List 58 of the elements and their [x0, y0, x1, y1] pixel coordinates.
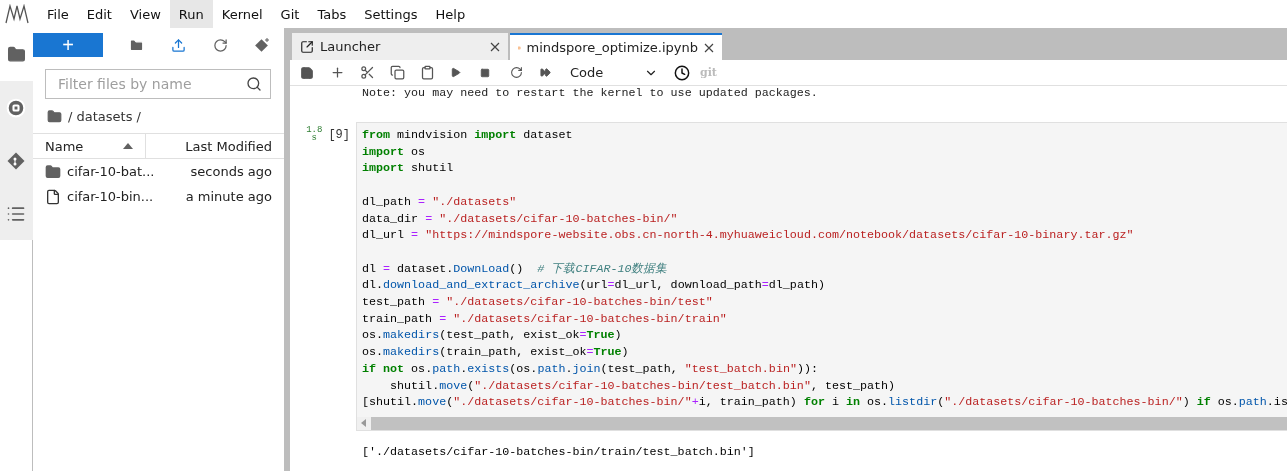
- side-tab[interactable]: [0, 81, 33, 134]
- cell-prompt: [9]: [328, 127, 350, 144]
- launcher-icon: [300, 39, 314, 54]
- side-tab[interactable]: [0, 187, 33, 240]
- menu-item[interactable]: Git: [271, 0, 309, 28]
- logo-icon: [4, 4, 30, 24]
- clock-icon[interactable]: [674, 64, 690, 81]
- filter-field[interactable]: Filter files by name: [45, 69, 271, 99]
- folder-icon: [6, 45, 26, 64]
- breadcrumb-path[interactable]: / datasets /: [68, 108, 141, 124]
- menu-item[interactable]: Tabs: [308, 0, 356, 28]
- menu-item[interactable]: Settings: [355, 0, 427, 28]
- code-line: train_path = "./datasets/cifar-10-batches-bin/train": [362, 310, 728, 328]
- cell-type-dropdown[interactable]: Code: [570, 65, 664, 80]
- document-tab[interactable]: Launcher: [292, 33, 508, 60]
- file-icon: [45, 188, 61, 205]
- code-line: if not os.path.exists(os.path.join(test_path, "test_batch.bin")):: [362, 360, 819, 378]
- code-line: test_path = "./datasets/cifar-10-batches-bin/test": [362, 294, 714, 311]
- stop-icon: [6, 97, 26, 118]
- folder-icon: [45, 163, 61, 180]
- execution-time: 1.8 s: [306, 126, 323, 145]
- file-row[interactable]: cifar-10-bat... seconds ago: [33, 159, 284, 184]
- menu-item[interactable]: Kernel: [212, 0, 272, 28]
- folder-icon: [47, 108, 62, 124]
- code-line: dl.download_and_extract_archive(url=dl_url, download_path=dl_path): [362, 277, 826, 294]
- code-cell[interactable]: [356, 122, 1287, 431]
- code-line: import shutil: [362, 160, 455, 178]
- code-line: import os: [362, 143, 427, 161]
- close-icon[interactable]: [490, 41, 500, 52]
- menu-item[interactable]: Help: [426, 0, 475, 28]
- code-line: dl_path = "./datasets": [362, 193, 518, 211]
- close-icon[interactable]: [704, 42, 714, 53]
- file-row[interactable]: cifar-10-bin... a minute ago: [33, 184, 284, 209]
- column-header[interactable]: Name: [33, 134, 146, 158]
- document-tab[interactable]: mindspore_optimize.ipynb: [510, 33, 722, 60]
- code-line: from mindvision import dataset: [362, 127, 574, 144]
- code-line: os.makedirs(test_path, exist_ok=True): [362, 327, 623, 345]
- output-text: ['./datasets/cifar-10-batches-bin/train/test_batch.bin']: [361, 443, 756, 459]
- code-line: shutil.move("./datasets/cifar-10-batches-bin/test_batch.bin", test_path): [389, 377, 897, 395]
- file-name: cifar-10-bat...: [67, 164, 156, 179]
- modified-time: a minute ago: [185, 189, 272, 204]
- menu-item[interactable]: Run: [169, 0, 213, 28]
- code-line: dl = dataset.DownLoad() # 下载CIFAR-10数据集: [362, 260, 669, 278]
- horizontal-scrollbar[interactable]: [357, 416, 1287, 430]
- output-text: Note: you may need to restart the kernel to use updated packages.: [361, 88, 819, 102]
- file-name: cifar-10-bin...: [67, 189, 155, 204]
- menu-item[interactable]: Edit: [77, 0, 121, 28]
- sort-caret-icon: [123, 143, 133, 149]
- code-line: dl_url = "https://mindspore-website.obs.cn-north-4.myhuaweicloud.com/notebook/datasets/cifar-10-binary.tar.gz": [362, 227, 1135, 244]
- menu-item[interactable]: View: [120, 0, 170, 28]
- menu-item[interactable]: File: [38, 0, 78, 28]
- new-launcher-button[interactable]: +: [33, 33, 103, 57]
- code-line: [shutil.move("./datasets/cifar-10-batches-bin/"+i, train_path) for i in os.listdir("./datasets/cifar-10-batches-bin/") if os.path.is: [362, 394, 1287, 411]
- column-header[interactable]: Last Modified: [146, 134, 284, 158]
- code-line: os.makedirs(train_path, exist_ok=True): [362, 344, 630, 361]
- code-line: data_dir = "./datasets/cifar-10-batches-bin/": [362, 210, 679, 228]
- modified-time: seconds ago: [190, 164, 272, 179]
- search-icon: [246, 76, 262, 92]
